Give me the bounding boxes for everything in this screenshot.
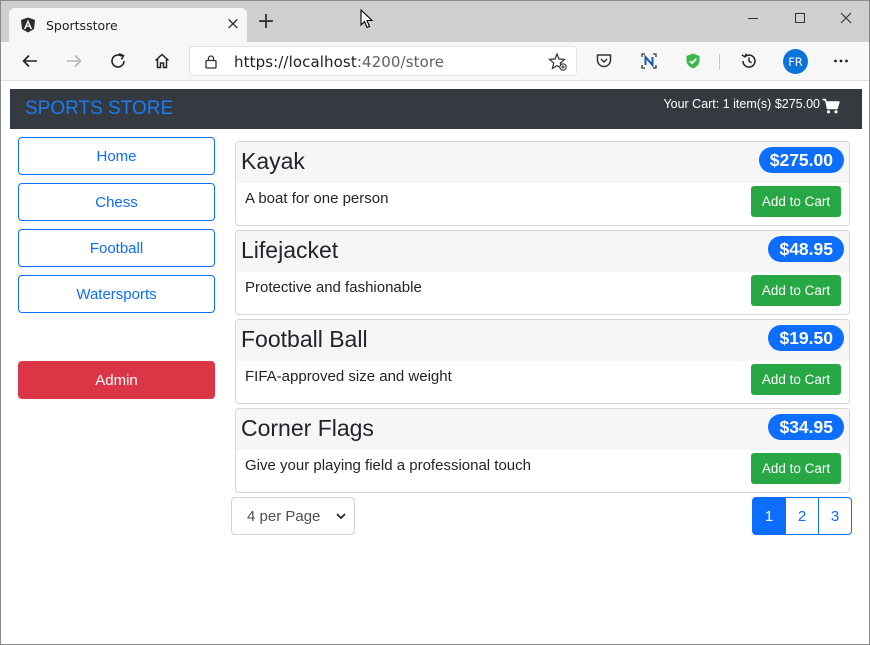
product-card: Corner Flags $34.95 Give your playing fi… [235,408,850,493]
close-tab-icon[interactable]: × [225,16,241,33]
profile-avatar[interactable]: FR [783,49,808,74]
browser-window: Sportsstore × + https://localhost:4200/s… [0,0,870,645]
home-icon[interactable] [151,50,173,72]
product-card-header: Corner Flags $34.95 [236,409,849,450]
brand-title[interactable]: SPORTS STORE [25,98,173,120]
add-favorite-icon[interactable] [548,52,568,72]
items-per-page-select[interactable]: 4 per Page [231,497,355,535]
per-page-value: 4 per Page [247,508,321,525]
url-host: localhost [288,53,357,71]
product-name: Football Ball [241,326,368,352]
more-menu-icon[interactable] [830,50,852,72]
product-card-header: Lifejacket $48.95 [236,231,849,272]
product-name: Corner Flags [241,415,374,441]
maximize-icon[interactable] [777,5,823,31]
toolbar-separator [719,54,720,70]
product-card: Kayak $275.00 A boat for one person Add … [235,141,850,226]
lock-icon[interactable] [204,54,218,69]
category-button-watersports[interactable]: Watersports [18,275,215,313]
category-button-football[interactable]: Football [18,229,215,267]
add-to-cart-button[interactable]: Add to Cart [751,186,841,217]
product-name: Lifejacket [241,237,339,263]
product-description: FIFA-approved size and weight [245,368,452,385]
chevron-down-icon [336,513,346,520]
browser-tab[interactable]: Sportsstore × [9,8,247,42]
url-scheme: https:// [234,53,289,71]
cart-summary[interactable]: Your Cart: 1 item(s) $275.00 [663,97,820,111]
new-tab-icon[interactable]: + [256,11,276,33]
shopping-cart-icon[interactable] [822,98,840,114]
add-to-cart-button[interactable]: Add to Cart [751,275,841,306]
reload-icon[interactable] [107,50,129,72]
url-path: :4200/store [356,53,445,71]
price-badge: $48.95 [768,236,844,262]
category-button-chess[interactable]: Chess [18,183,215,221]
admin-button[interactable]: Admin [18,361,215,399]
pagination: 1 2 3 [752,497,852,535]
angular-icon [21,17,35,33]
page-button-1[interactable]: 1 [752,497,786,535]
forward-icon[interactable] [63,50,85,72]
product-description: A boat for one person [245,190,389,207]
shield-icon[interactable] [682,50,704,72]
url-text: https://localhost:4200/store [234,53,444,71]
product-description: Give your playing field a professional t… [245,457,531,474]
page-button-2[interactable]: 2 [785,497,819,535]
pocket-icon[interactable] [593,50,615,72]
product-card: Football Ball $19.50 FIFA-approved size … [235,319,850,404]
address-bar[interactable]: https://localhost:4200/store [189,46,577,76]
extension-n-icon[interactable] [638,50,660,72]
add-to-cart-button[interactable]: Add to Cart [751,453,841,484]
mouse-cursor-icon [360,9,374,29]
history-icon[interactable] [738,50,760,72]
category-button-home[interactable]: Home [18,137,215,175]
store-navbar: SPORTS STORE Your Cart: 1 item(s) $275.0… [10,89,862,129]
price-badge: $19.50 [768,325,844,351]
product-card: Lifejacket $48.95 Protective and fashion… [235,230,850,315]
tab-title: Sportsstore [46,18,118,33]
price-badge: $275.00 [758,147,844,173]
browser-toolbar: https://localhost:4200/store FR [1,42,869,81]
close-window-icon[interactable] [823,5,869,31]
back-icon[interactable] [19,50,41,72]
add-to-cart-button[interactable]: Add to Cart [751,364,841,395]
price-badge: $34.95 [768,414,844,440]
page-button-3[interactable]: 3 [818,497,852,535]
product-description: Protective and fashionable [245,279,422,296]
product-card-header: Football Ball $19.50 [236,320,849,361]
product-name: Kayak [241,148,305,174]
tab-strip: Sportsstore × + [1,1,869,42]
product-card-header: Kayak $275.00 [236,142,849,183]
minimize-icon[interactable] [730,5,776,31]
